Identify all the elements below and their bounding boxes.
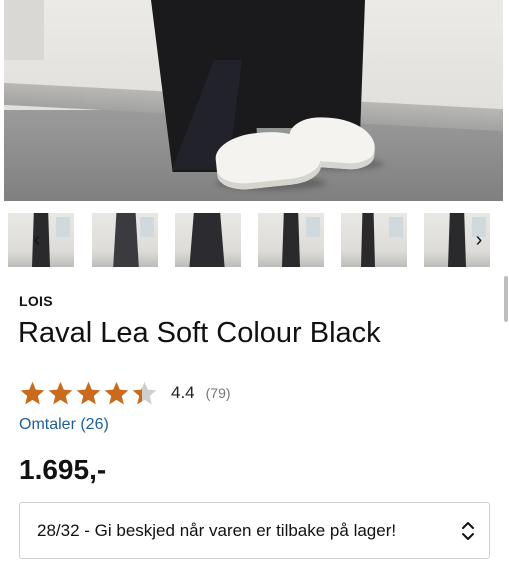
chevron-left-icon[interactable]: ‹ <box>26 229 48 251</box>
product-price: 1.695,- <box>19 454 107 485</box>
scrollbar-thumb[interactable] <box>504 276 508 322</box>
chevron-right-icon[interactable]: › <box>468 229 490 251</box>
rating-value: 4.4 <box>171 383 195 402</box>
product-main-image[interactable] <box>4 0 503 201</box>
product-rating[interactable]: 4.4 (79) <box>19 378 231 408</box>
reviews-link[interactable]: Omtaler (26) <box>19 416 109 434</box>
product-title: Raval Lea Soft Colour Black <box>18 317 381 349</box>
size-select[interactable]: 28/32 - Gi beskjed når varen er tilbake … <box>19 502 490 559</box>
thumbnail-4[interactable] <box>258 213 324 267</box>
page-scrollbar[interactable] <box>503 0 509 575</box>
thumbnail-5[interactable] <box>341 213 407 267</box>
rating-count: (79) <box>205 385 231 401</box>
chevron-up-down-icon <box>462 522 474 540</box>
thumbnail-strip: ‹ › <box>8 213 501 269</box>
star-icon <box>48 381 73 404</box>
thumb-figure <box>448 213 466 267</box>
star-icon <box>104 381 129 404</box>
thumb-window <box>56 217 70 237</box>
size-select-value: 28/32 - Gi beskjed når varen er tilbake … <box>37 520 397 540</box>
thumb-figure <box>189 213 225 267</box>
star-icon <box>76 381 101 404</box>
product-brand[interactable]: LOIS <box>19 293 53 309</box>
thumb-window <box>306 217 320 237</box>
thumb-figure <box>282 213 300 267</box>
thumb-figure <box>361 213 375 267</box>
thumb-figure <box>113 213 139 267</box>
rating-stars <box>19 380 158 407</box>
photo-window <box>4 0 44 60</box>
star-icon <box>20 381 45 404</box>
product-page: ‹ › LOIS Raval Lea Soft Colour Black 4.4… <box>0 0 509 575</box>
thumbnail-2[interactable] <box>92 213 158 267</box>
photo-leg-right <box>247 0 365 128</box>
thumbnail-3[interactable] <box>175 213 241 267</box>
star-icon <box>132 381 157 404</box>
thumb-window <box>389 217 403 237</box>
thumb-window <box>140 217 154 237</box>
